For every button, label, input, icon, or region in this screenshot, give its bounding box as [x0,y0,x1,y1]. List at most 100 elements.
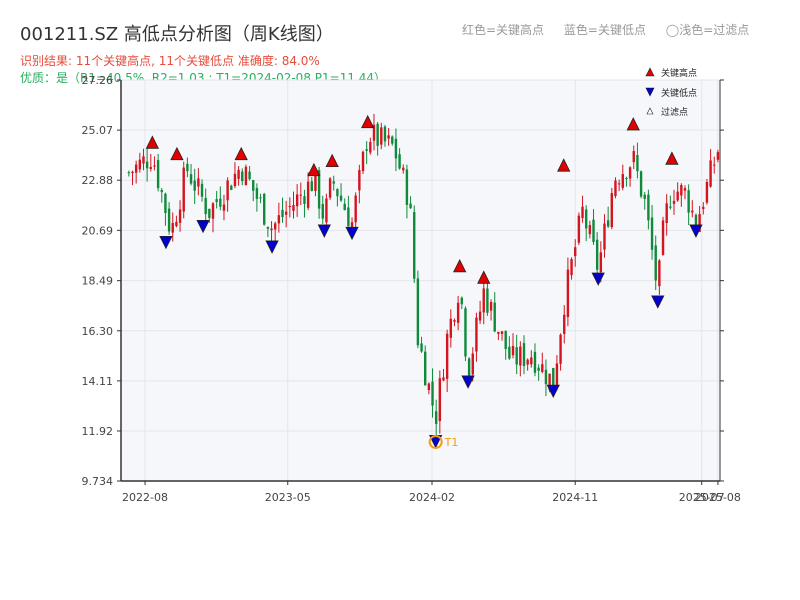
candle-body [709,160,712,187]
candle-body [149,167,152,169]
candle-body [606,220,610,227]
candle-body [299,194,303,196]
candle-body [460,297,463,305]
candle-body [186,163,189,172]
candle-body [570,259,573,276]
candle-body [237,169,240,179]
candle-body [387,135,390,139]
candle-body [574,247,577,257]
candle-body [489,302,493,311]
candle-body [295,194,299,207]
candle-body [639,171,643,197]
candle-body [599,252,603,273]
candle-body [702,206,705,209]
candle-body [504,330,507,350]
candle-body [383,126,387,142]
candle-body [369,142,372,153]
candle-body [394,138,398,159]
candle-body [632,151,635,163]
candle-body [284,211,288,215]
y-tick-label: 16.30 [82,325,114,338]
candle-body [376,123,379,146]
candle-body [449,318,453,338]
candle-body [464,308,467,357]
candle-body [530,357,533,365]
candle-body [500,331,504,334]
candle-body [138,159,142,170]
candle-body [431,381,434,406]
candle-body [559,334,562,364]
candle-body [325,198,328,223]
candle-body [354,195,357,223]
candle-body [171,222,174,233]
candle-body [434,411,438,424]
x-tick-label: 2022-08 [122,491,168,504]
candle-body [281,209,284,218]
candle-body [178,209,182,223]
candle-body [365,149,368,151]
candle-body [175,221,178,227]
candle-body [537,367,540,371]
candle-body [270,228,273,231]
candle-body [219,198,222,207]
y-tick-label: 27.26 [82,74,114,87]
candle-body [358,170,361,191]
candle-body [336,189,339,197]
candle-body [581,206,584,218]
candle-body [361,151,365,172]
candle-body [617,183,621,185]
y-tick-label: 25.07 [82,124,114,137]
candle-body [577,215,581,243]
candle-body [328,178,332,198]
candle-body [493,302,496,332]
candle-body [233,173,237,187]
candle-body [339,195,343,201]
candle-body [519,346,522,366]
candle-body [625,177,628,179]
candle-body [303,196,306,204]
candle-body [255,188,259,199]
candle-body [208,208,211,218]
candle-body [610,193,614,228]
candle-body [650,217,654,250]
candle-body [438,378,442,422]
candle-body [204,197,207,215]
candle-body [215,199,218,203]
candle-body [413,212,416,279]
candle-body [683,188,687,191]
candle-body [424,351,427,386]
candle-body [482,288,485,313]
candle-body [563,314,566,334]
candle-body [310,181,313,192]
candle-body [515,347,518,365]
legend-box-high-label: 关键高点 [661,67,697,79]
candle-body [508,346,511,359]
candle-body [211,203,215,219]
candle-body [263,193,266,225]
candle-body [142,156,145,164]
candle-body [672,200,676,204]
candle-body [230,185,233,190]
candle-body [131,171,134,174]
candle-body [222,204,226,211]
candle-body [544,369,548,385]
candle-body [164,193,167,214]
candle-body [691,210,694,213]
candle-body [475,317,478,352]
y-tick-label: 9.734 [82,475,114,488]
candle-body [193,180,196,191]
candle-body [332,181,335,184]
candle-body [156,160,160,189]
candle-body [647,194,650,221]
x-tick-label: 2025-08 [695,491,741,504]
candle-body [716,152,720,160]
candle-body [321,203,324,219]
t1-label: T1 [444,436,459,449]
candle-body [713,164,716,166]
x-tick-label: 2024-02 [409,491,455,504]
candle-body [445,333,449,379]
candle-body [628,167,632,179]
x-tick-label: 2023-05 [265,491,311,504]
candle-body [127,172,131,174]
candle-body [595,239,599,270]
